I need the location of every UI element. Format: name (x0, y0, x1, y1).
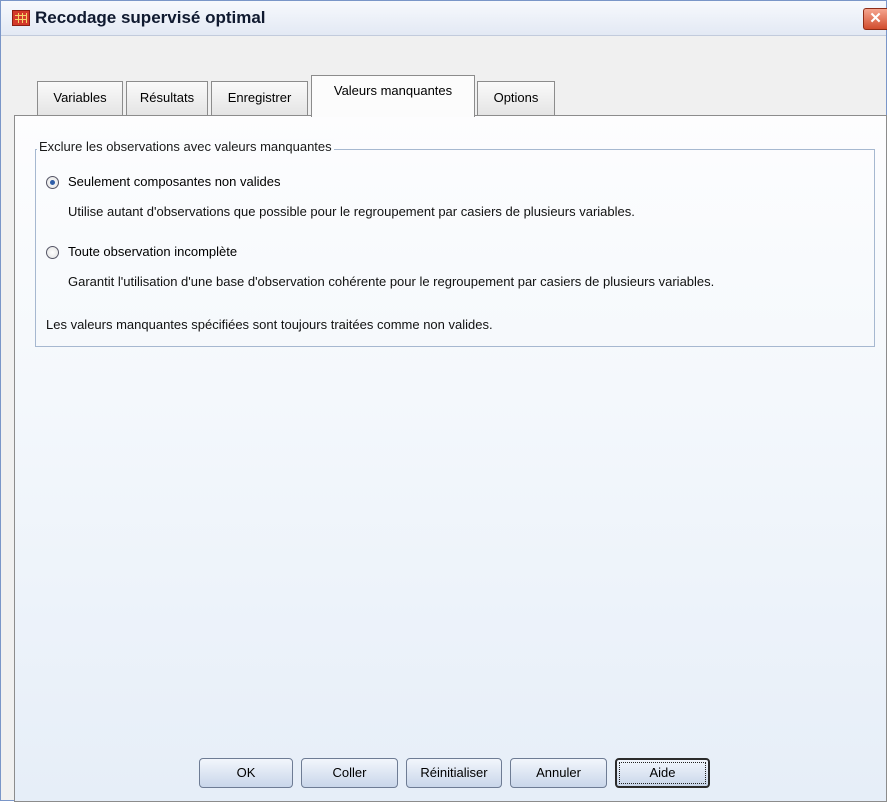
tab-options[interactable]: Options (477, 81, 555, 115)
tab-variables[interactable]: Variables (37, 81, 123, 115)
window-title: Recodage supervisé optimal (35, 8, 266, 27)
user-missing-note: Les valeurs manquantes spécifiées sont t… (46, 317, 493, 332)
ok-button[interactable]: OK (199, 758, 293, 788)
tab-enregistrer[interactable]: Enregistrer (211, 81, 308, 115)
radio-incomplete-observation[interactable] (46, 246, 59, 259)
groupbox-title: Exclure les observations avec valeurs ma… (37, 139, 334, 154)
radio-invalid-components-description: Utilise autant d'observations que possib… (68, 204, 635, 219)
app-grid-icon (12, 10, 30, 26)
help-button-focus-ring (619, 762, 706, 784)
radio-incomplete-observation-description: Garantit l'utilisation d'une base d'obse… (68, 274, 715, 289)
radio-invalid-components[interactable] (46, 176, 59, 189)
cancel-button[interactable]: Annuler (510, 758, 607, 788)
tab-resultats[interactable]: Résultats (126, 81, 208, 115)
radio-invalid-components-label[interactable]: Seulement composantes non valides (68, 174, 280, 189)
radio-incomplete-observation-label[interactable]: Toute observation incomplète (68, 244, 237, 259)
dialog-window: Recodage supervisé optimal ✕ Variables R… (0, 0, 887, 802)
tab-valeurs-manquantes[interactable]: Valeurs manquantes (311, 75, 475, 117)
title-bar[interactable]: Recodage supervisé optimal ✕ (1, 1, 887, 36)
paste-button[interactable]: Coller (301, 758, 398, 788)
help-button[interactable]: Aide (615, 758, 710, 788)
reset-button[interactable]: Réinitialiser (406, 758, 502, 788)
close-icon[interactable]: ✕ (863, 8, 887, 30)
